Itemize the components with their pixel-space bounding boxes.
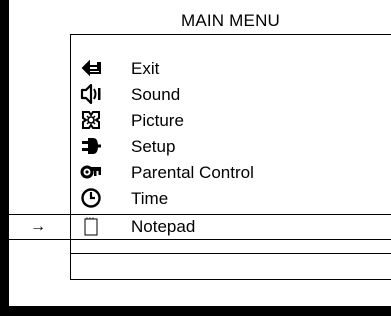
notepad-icon: [80, 216, 102, 238]
bottom-border: [0, 306, 391, 316]
menu-item-time[interactable]: Time: [0, 186, 391, 212]
key-icon: [80, 161, 102, 183]
menu-item-notepad[interactable]: → Notepad: [0, 214, 391, 240]
menu-item-label: Exit: [131, 59, 160, 78]
menu-item-label: Parental Control: [131, 163, 254, 182]
menu-item-label: Setup: [131, 137, 176, 156]
menu-item-setup[interactable]: Setup: [0, 134, 391, 160]
menu-item-parental-control[interactable]: Parental Control: [0, 160, 391, 186]
menu-item-label: Notepad: [131, 217, 196, 236]
menu-item-picture[interactable]: Picture: [0, 108, 391, 134]
menu-item-sound[interactable]: Sound: [0, 82, 391, 108]
menu-item-label: Time: [131, 189, 169, 208]
clock-icon: [80, 187, 102, 209]
menu-screen: MAIN MENU Exit Sound Picture Setup Paren…: [0, 0, 391, 316]
menu-item-label: Sound: [131, 85, 181, 104]
menu-title: MAIN MENU: [180, 11, 281, 30]
menu-item-label: Picture: [131, 111, 184, 130]
return-arrow-icon: [80, 57, 102, 79]
notepad-divider: [70, 253, 391, 254]
speaker-icon: [80, 83, 102, 105]
menu-item-exit[interactable]: Exit: [0, 56, 391, 82]
picture-icon: [80, 109, 102, 131]
selection-arrow: →: [30, 218, 46, 235]
plug-icon: [80, 135, 102, 157]
